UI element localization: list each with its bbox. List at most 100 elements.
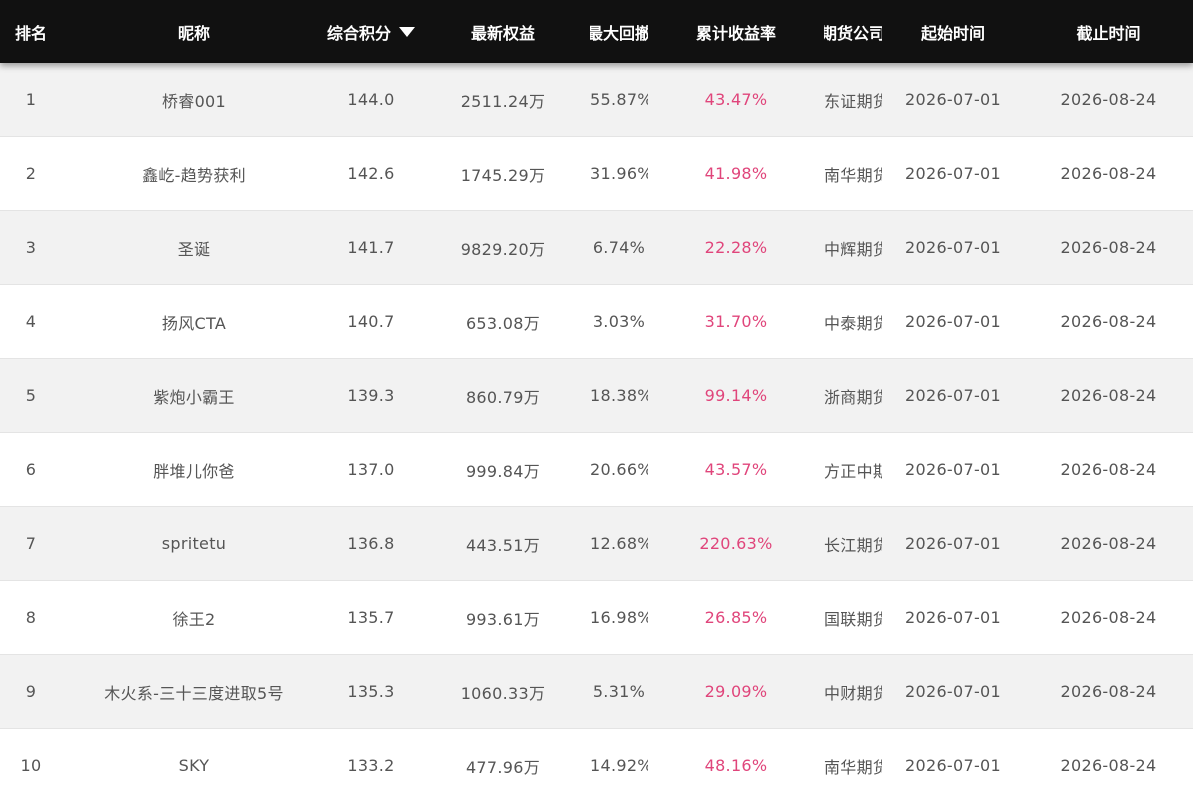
cell-drawdown: 20.66% [590, 460, 648, 479]
cell-start: 2026-07-01 [905, 608, 1001, 627]
cell-rank: 3 [25, 238, 37, 257]
table-row[interactable]: 7 spritetu 136.8 443.51万 12.68% 220.63% 长江期货 20… [0, 507, 1193, 581]
cell-rank: 10 [20, 756, 42, 775]
cell-company: 南华期货 [824, 165, 882, 185]
cell-start: 2026-07-01 [905, 756, 1001, 775]
cell-rank: 7 [25, 534, 37, 553]
cell-end: 2026-08-24 [1060, 90, 1157, 109]
cell-equity: 443.51万 [465, 535, 541, 555]
table-row[interactable]: 8 徐王2 135.7 993.61万 16.98% 26.85% 国联期货 2026-07-… [0, 581, 1193, 655]
cell-drawdown: 31.96% [590, 164, 648, 183]
table-row[interactable]: 1 桥睿001 144.0 2511.24万 55.87% 43.47% 东证期货 2026-… [0, 63, 1193, 137]
cell-score: 135.3 [347, 682, 395, 701]
cell-company: 中财期货 [824, 683, 882, 703]
cell-nickname[interactable]: 圣诞 [62, 236, 326, 260]
cell-score: 135.7 [347, 608, 395, 627]
table-row[interactable]: 2 鑫屹-趋势获利 142.6 1745.29万 31.96% 41.98% 南华期货 202… [0, 137, 1193, 211]
cell-drawdown: 6.74% [592, 238, 646, 257]
cell-score: 136.8 [347, 534, 395, 553]
header-equity: 最新权益 [416, 20, 590, 44]
header-start: 起始时间 [882, 20, 1024, 44]
cell-end: 2026-08-24 [1060, 460, 1157, 479]
cell-drawdown: 5.31% [592, 682, 646, 701]
cell-start: 2026-07-01 [905, 164, 1001, 183]
cell-score: 141.7 [347, 238, 395, 257]
cell-nickname[interactable]: 桥睿001 [62, 88, 326, 112]
header-rank-label: 排名 [14, 23, 47, 43]
header-company: 期货公司 [824, 20, 882, 44]
cell-drawdown: 16.98% [590, 608, 648, 627]
cell-start: 2026-07-01 [905, 90, 1001, 109]
cell-nickname[interactable]: 胖堆儿你爸 [62, 458, 326, 482]
header-nickname: 昵称 [62, 20, 326, 44]
table-row[interactable]: 9 木火系-三十三度进取5号 135.3 1060.33万 5.31% 29.09% 中财期… [0, 655, 1193, 729]
header-drawdown-label: 最大回撤 [590, 23, 648, 43]
table-header: 排名 昵称 综合积分 最新权益 最大回撤 累计收益率 期货公司 起始时间 截止时间 [0, 0, 1193, 63]
cell-start: 2026-07-01 [905, 312, 1001, 331]
cell-drawdown: 14.92% [590, 756, 648, 775]
cell-equity: 999.84万 [465, 461, 541, 481]
cell-score: 144.0 [347, 90, 395, 109]
cell-rank: 1 [25, 90, 37, 109]
header-score-label: 综合积分 [326, 23, 391, 43]
table-row[interactable]: 3 圣诞 141.7 9829.20万 6.74% 22.28% 中辉期货 2026-07-0… [0, 211, 1193, 285]
cell-equity: 9829.20万 [460, 239, 546, 259]
cell-return: 22.28% [704, 238, 768, 257]
cell-start: 2026-07-01 [905, 682, 1001, 701]
cell-end: 2026-08-24 [1060, 386, 1157, 405]
cell-end: 2026-08-24 [1060, 238, 1157, 257]
cell-return: 99.14% [704, 386, 768, 405]
cell-equity: 653.08万 [465, 313, 541, 333]
cell-return: 31.70% [704, 312, 768, 331]
sort-desc-icon[interactable] [399, 27, 415, 37]
header-end-label: 截止时间 [1076, 23, 1141, 43]
table-row[interactable]: 10 SKY 133.2 477.96万 14.92% 48.16% 南华期货 2026-07… [0, 729, 1193, 793]
cell-return: 220.63% [699, 534, 773, 553]
header-start-label: 起始时间 [920, 23, 985, 43]
cell-company: 国联期货 [824, 609, 882, 629]
cell-rank: 6 [25, 460, 37, 479]
cell-company: 浙商期货 [824, 387, 882, 407]
cell-start: 2026-07-01 [905, 238, 1001, 257]
cell-return: 48.16% [704, 756, 768, 775]
cell-score: 139.3 [347, 386, 395, 405]
cell-drawdown: 12.68% [590, 534, 648, 553]
cell-equity: 2511.24万 [460, 91, 546, 111]
table-row[interactable]: 6 胖堆儿你爸 137.0 999.84万 20.66% 43.57% 方正中期 2026-0… [0, 433, 1193, 507]
cell-end: 2026-08-24 [1060, 312, 1157, 331]
header-company-label: 期货公司 [824, 23, 882, 43]
cell-return: 41.98% [704, 164, 768, 183]
cell-score: 133.2 [347, 756, 395, 775]
cell-nickname[interactable]: 紫炮小霸王 [62, 384, 326, 408]
cell-nickname[interactable]: spritetu [62, 534, 326, 553]
cell-score: 137.0 [347, 460, 395, 479]
cell-drawdown: 18.38% [590, 386, 648, 405]
cell-return: 43.57% [704, 460, 768, 479]
cell-equity: 1745.29万 [460, 165, 546, 185]
cell-company: 长江期货 [824, 535, 882, 555]
cell-start: 2026-07-01 [905, 534, 1001, 553]
cell-end: 2026-08-24 [1060, 756, 1157, 775]
cell-nickname[interactable]: 扬风CTA [62, 310, 326, 334]
header-score[interactable]: 综合积分 [326, 20, 416, 44]
header-return: 累计收益率 [648, 20, 824, 44]
cell-end: 2026-08-24 [1060, 682, 1157, 701]
cell-nickname[interactable]: 木火系-三十三度进取5号 [62, 680, 326, 704]
cell-return: 26.85% [704, 608, 768, 627]
table-row[interactable]: 4 扬风CTA 140.7 653.08万 3.03% 31.70% 中泰期货 2026-07… [0, 285, 1193, 359]
cell-start: 2026-07-01 [905, 386, 1001, 405]
cell-end: 2026-08-24 [1060, 164, 1157, 183]
cell-nickname[interactable]: SKY [62, 756, 326, 775]
header-return-label: 累计收益率 [695, 23, 776, 43]
cell-drawdown: 3.03% [592, 312, 646, 331]
cell-rank: 5 [25, 386, 37, 405]
cell-company: 东证期货 [824, 91, 882, 111]
table-row[interactable]: 5 紫炮小霸王 139.3 860.79万 18.38% 99.14% 浙商期货 2026-0… [0, 359, 1193, 433]
cell-nickname[interactable]: 徐王2 [62, 606, 326, 630]
cell-return: 29.09% [704, 682, 768, 701]
ranking-table: 排名 昵称 综合积分 最新权益 最大回撤 累计收益率 期货公司 起始时间 截止时间 1 桥睿001… [0, 0, 1193, 793]
cell-equity: 477.96万 [465, 757, 541, 777]
cell-return: 43.47% [704, 90, 768, 109]
cell-nickname[interactable]: 鑫屹-趋势获利 [62, 162, 326, 186]
cell-rank: 4 [25, 312, 37, 331]
